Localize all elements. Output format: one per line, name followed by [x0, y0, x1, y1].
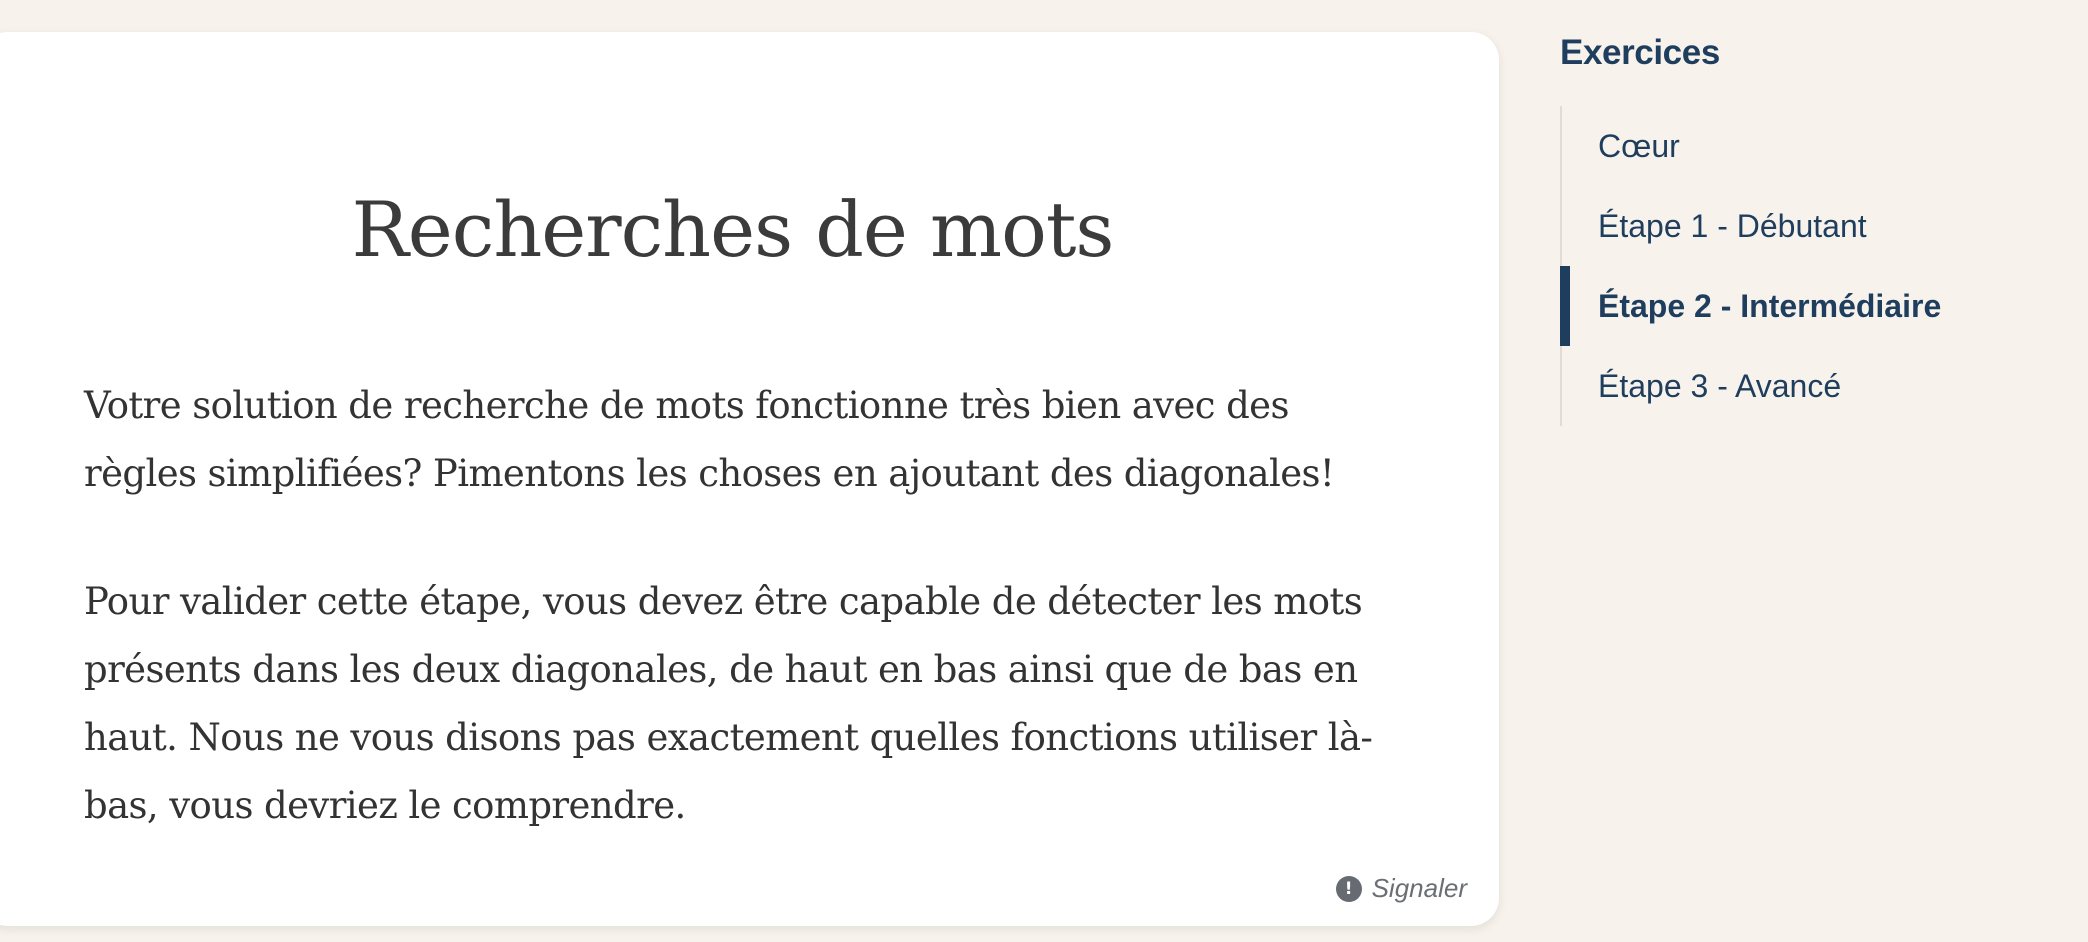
sidebar-item-etape-2[interactable]: Étape 2 - Intermédiaire: [1560, 266, 2060, 346]
sidebar-item-etape-1[interactable]: Étape 1 - Débutant: [1562, 186, 2060, 266]
exclamation-circle-icon: !: [1335, 875, 1362, 902]
exercises-sidebar: Exercices Cœur Étape 1 - Débutant Étape …: [1560, 26, 2060, 426]
instructions-paragraph: Pour valider cette étape, vous devez êtr…: [84, 580, 1373, 827]
report-button[interactable]: ! Signaler: [1335, 873, 1467, 904]
page-title: Recherches de mots: [351, 185, 1115, 274]
exercise-card: Recherches de mots Votre solution de rec…: [0, 32, 1499, 926]
sidebar-title: Exercices: [1560, 33, 1720, 72]
sidebar-nav-list: Cœur Étape 1 - Débutant Étape 2 - Interm…: [1560, 106, 2060, 426]
report-label: Signaler: [1371, 873, 1467, 903]
sidebar-item-coeur[interactable]: Cœur: [1562, 106, 2060, 186]
sidebar-item-etape-3[interactable]: Étape 3 - Avancé: [1562, 346, 2060, 426]
intro-paragraph: Votre solution de recherche de mots fonc…: [84, 384, 1335, 495]
